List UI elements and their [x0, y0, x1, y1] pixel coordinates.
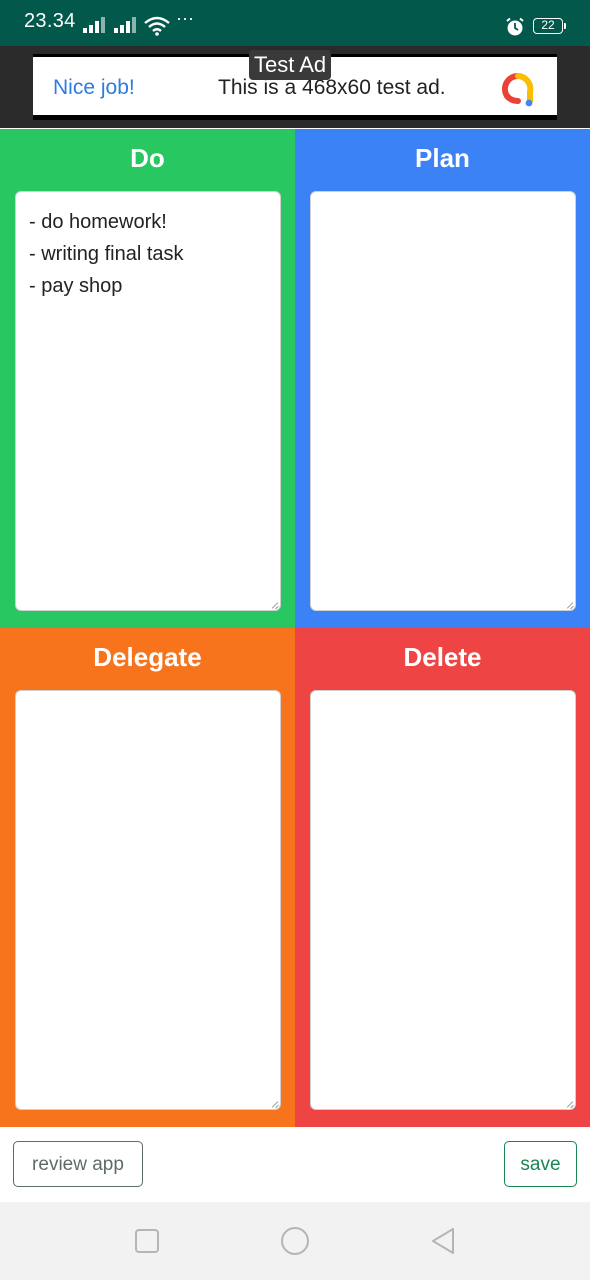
battery-icon: 22 — [533, 18, 566, 34]
resize-handle-icon[interactable] — [272, 1101, 278, 1107]
back-triangle-icon[interactable] — [428, 1226, 458, 1256]
ad-logo-icon — [501, 72, 534, 107]
resize-handle-icon[interactable] — [567, 602, 573, 608]
quadrant-delegate: Delegate — [0, 628, 295, 1127]
quadrant-do: Do - do homework! - writing final task -… — [0, 129, 295, 628]
status-time: 23.34 — [24, 10, 76, 32]
review-app-button[interactable]: review app — [13, 1141, 143, 1187]
status-bar: 23.34 ··· 22 — [0, 0, 590, 46]
resize-handle-icon[interactable] — [567, 1101, 573, 1107]
quadrant-title: Delegate — [93, 642, 202, 672]
resize-handle-icon[interactable] — [272, 602, 278, 608]
do-textarea[interactable]: - do homework! - writing final task - pa… — [15, 191, 281, 611]
recents-square-icon[interactable] — [132, 1226, 162, 1256]
ad-headline[interactable]: Nice job! — [53, 76, 135, 100]
quadrant-plan: Plan — [295, 129, 590, 628]
signal-icon-2 — [114, 17, 140, 33]
alarm-icon — [506, 17, 524, 36]
more-notifications-icon: ··· — [176, 8, 194, 28]
plan-textarea[interactable] — [310, 191, 576, 611]
quadrant-title: Do — [130, 143, 165, 173]
ad-banner: Nice job! This is a 468x60 test ad. Test… — [0, 46, 590, 128]
delegate-textarea[interactable] — [15, 690, 281, 1110]
quadrant-title: Plan — [415, 143, 470, 173]
system-nav-bar — [0, 1202, 590, 1280]
test-ad-label: Test Ad — [249, 50, 332, 80]
delete-textarea[interactable] — [310, 690, 576, 1110]
home-circle-icon[interactable] — [280, 1226, 310, 1256]
save-button[interactable]: save — [504, 1141, 577, 1187]
signal-icon — [83, 17, 109, 33]
quadrant-delete: Delete — [295, 628, 590, 1127]
quadrant-title: Delete — [403, 642, 482, 672]
wifi-icon — [144, 16, 170, 36]
